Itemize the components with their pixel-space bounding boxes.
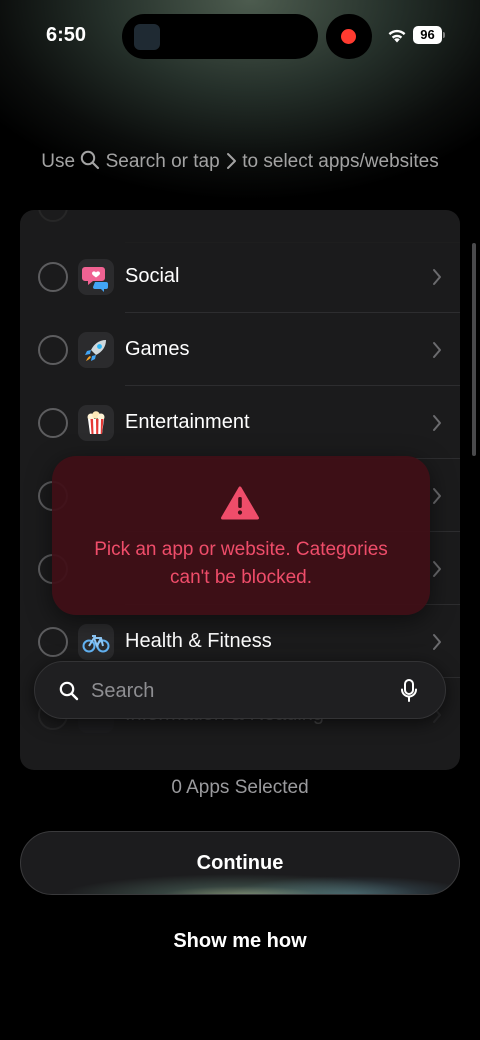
instruction-hint: Use Search or tap to select apps/website… (0, 150, 480, 173)
list-item-games[interactable]: Games (20, 313, 460, 386)
list-item-entertainment[interactable]: Entertainment (20, 386, 460, 459)
continue-button[interactable]: Continue (20, 831, 460, 895)
popcorn-icon (78, 405, 114, 441)
list-scrollbar[interactable] (472, 243, 476, 456)
battery-indicator: 96 (413, 26, 442, 44)
error-toast: Pick an app or website. Categories can't… (52, 456, 430, 615)
status-bar: 6:50 96 (0, 0, 480, 72)
toast-message: Pick an app or website. Categories can't… (94, 539, 388, 588)
record-dot-icon (341, 29, 356, 44)
dynamic-island[interactable] (122, 14, 318, 59)
category-label: Games (125, 338, 190, 360)
select-radio[interactable] (38, 408, 68, 438)
microphone-icon[interactable] (400, 679, 418, 703)
hint-suffix: to select apps/websites (242, 151, 439, 172)
search-icon (81, 150, 100, 170)
select-radio (38, 210, 68, 222)
hint-middle: or tap (171, 151, 220, 172)
category-label: Entertainment (125, 411, 250, 433)
chevron-right-icon (433, 342, 441, 358)
chevron-right-icon (433, 415, 441, 431)
chevron-right-icon (433, 634, 441, 650)
search-icon (59, 681, 79, 701)
select-radio[interactable] (38, 262, 68, 292)
chevron-right-icon (433, 488, 441, 504)
show-me-how-link[interactable]: Show me how (0, 930, 480, 953)
rocket-icon (78, 332, 114, 368)
island-app-icon (134, 24, 160, 50)
category-label: Social (125, 265, 180, 287)
search-input[interactable] (91, 674, 391, 708)
list-item-previous (20, 210, 460, 243)
chevron-right-icon (433, 269, 441, 285)
screen-recording-indicator[interactable] (326, 14, 372, 59)
status-time: 6:50 (46, 24, 87, 46)
bicycle-icon (78, 624, 114, 660)
list-item-social[interactable]: Social (20, 240, 460, 313)
selected-count: 0 Apps Selected (171, 777, 309, 798)
chevron-right-icon (433, 561, 441, 577)
hint-search-word: Search (105, 151, 166, 172)
select-radio[interactable] (38, 335, 68, 365)
warning-icon (221, 486, 259, 520)
category-label: Health & Fitness (125, 630, 272, 652)
search-bar[interactable] (34, 661, 446, 719)
wifi-icon (388, 29, 406, 43)
battery-tip (443, 32, 445, 38)
chevron-right-icon (226, 153, 236, 169)
hint-prefix: Use (41, 151, 76, 172)
select-radio[interactable] (38, 627, 68, 657)
social-chat-icon (78, 259, 114, 295)
